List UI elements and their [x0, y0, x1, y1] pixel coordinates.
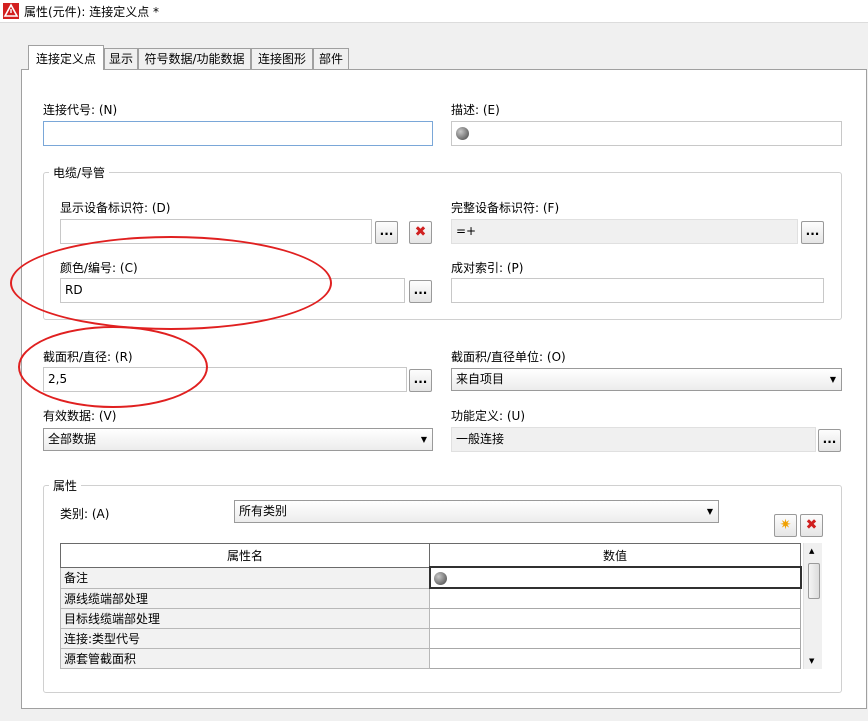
color-number-browse-button[interactable]: ...: [409, 280, 432, 303]
annotation-ellipse-color: [10, 236, 332, 330]
function-def-browse-button[interactable]: ...: [818, 429, 841, 452]
tab-symbol-data[interactable]: 符号数据/功能数据: [138, 48, 251, 69]
property-value-cell[interactable]: [429, 587, 801, 609]
properties-group-title: 属性: [49, 477, 82, 494]
property-name-cell: 备注: [60, 566, 430, 589]
table-row[interactable]: 连接:类型代号: [60, 628, 801, 649]
valid-data-select[interactable]: 全部数据 ▼: [43, 428, 433, 451]
cross-section-unit-value: 来自项目: [456, 372, 505, 386]
connection-code-label: 连接代号: (N): [43, 103, 118, 117]
category-select[interactable]: 所有类别 ▼: [234, 500, 719, 523]
full-device-id-field: =+: [451, 219, 798, 244]
window-title: 属性(元件): 连接定义点 *: [24, 5, 160, 19]
globe-icon: [456, 127, 469, 140]
title-bar: 属性(元件): 连接定义点 *: [0, 0, 868, 23]
dropdown-arrow-icon: ▼: [420, 435, 427, 444]
scrollbar-thumb[interactable]: [808, 563, 820, 599]
cross-section-browse-button[interactable]: ...: [409, 369, 432, 392]
column-header-name[interactable]: 属性名: [60, 543, 430, 568]
property-name-cell: 连接:类型代号: [60, 628, 430, 649]
property-value-cell[interactable]: [429, 648, 801, 669]
properties-table: 属性名 数值 备注 源线缆端部处理 目标线缆端部处理 连接:类型代号 源套管截面…: [60, 543, 802, 669]
delete-icon[interactable]: ✖: [409, 221, 432, 244]
property-value-cell[interactable]: [429, 628, 801, 649]
display-device-id-label: 显示设备标识符: (D): [60, 201, 171, 215]
full-device-id-label: 完整设备标识符: (F): [451, 201, 560, 215]
tab-connection-graphics[interactable]: 连接图形: [251, 48, 313, 69]
description-input[interactable]: [451, 121, 842, 146]
pair-index-label: 成对索引: (P): [451, 261, 524, 275]
table-row[interactable]: 备注: [60, 566, 802, 589]
annotation-ellipse-cross-section: [18, 326, 208, 408]
delete-property-icon[interactable]: ✖: [800, 514, 823, 537]
scroll-up-icon[interactable]: ▲: [809, 547, 814, 555]
property-value-cell[interactable]: [428, 566, 802, 589]
app-logo-icon: [3, 3, 19, 19]
category-value: 所有类别: [239, 504, 288, 518]
property-value-cell[interactable]: [429, 608, 801, 629]
tab-connection-point[interactable]: 连接定义点: [28, 45, 104, 70]
table-scrollbar[interactable]: ▲ ▼: [803, 543, 822, 669]
property-name-cell: 源线缆端部处理: [60, 587, 430, 609]
cross-section-unit-select[interactable]: 来自项目 ▼: [451, 368, 842, 391]
cable-group-title: 电缆/导管: [49, 164, 110, 181]
cross-section-unit-label: 截面积/直径单位: (O): [451, 350, 566, 364]
table-row[interactable]: 目标线缆端部处理: [60, 608, 801, 629]
tab-display[interactable]: 显示: [104, 48, 138, 69]
valid-data-value: 全部数据: [48, 432, 97, 446]
table-header: 属性名 数值: [60, 543, 801, 568]
description-label: 描述: (E): [451, 103, 500, 117]
full-device-id-browse-button[interactable]: ...: [801, 221, 824, 244]
dropdown-arrow-icon: ▼: [706, 507, 713, 516]
table-row[interactable]: 源套管截面积: [60, 648, 801, 669]
function-def-label: 功能定义: (U): [451, 409, 526, 423]
display-device-id-browse-button[interactable]: ...: [375, 221, 398, 244]
function-def-field: 一般连接: [451, 427, 816, 452]
scroll-down-icon[interactable]: ▼: [809, 657, 814, 665]
property-name-cell: 目标线缆端部处理: [60, 608, 430, 629]
column-header-value[interactable]: 数值: [429, 543, 801, 568]
new-property-icon[interactable]: ✷: [774, 514, 797, 537]
globe-icon: [433, 571, 447, 585]
table-row[interactable]: 源线缆端部处理: [60, 587, 801, 609]
tab-parts[interactable]: 部件: [313, 48, 349, 69]
valid-data-label: 有效数据: (V): [43, 409, 117, 423]
category-label: 类别: (A): [60, 507, 110, 521]
dropdown-arrow-icon: ▼: [829, 375, 836, 384]
property-name-cell: 源套管截面积: [60, 648, 430, 669]
connection-code-input[interactable]: [43, 121, 433, 146]
pair-index-input[interactable]: [451, 278, 824, 303]
